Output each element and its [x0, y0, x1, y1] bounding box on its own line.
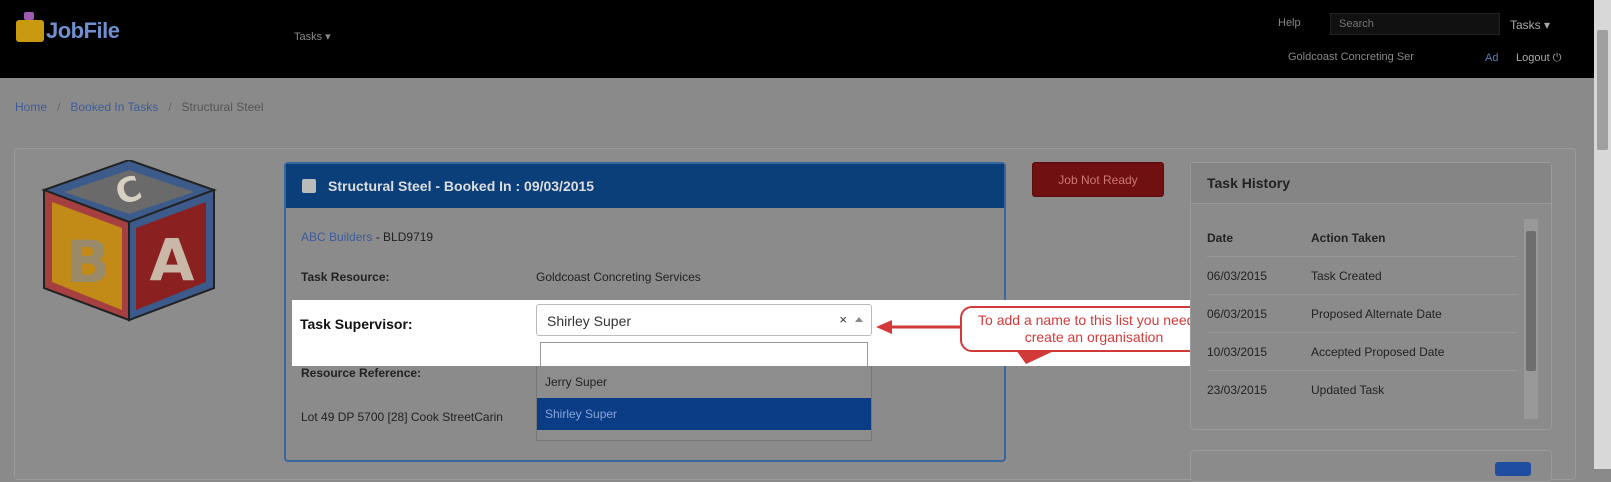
supervisor-selected-value: Shirley Super	[547, 313, 632, 329]
tasks-dropdown[interactable]: Tasks ▾	[1510, 18, 1550, 32]
task-history-panel: Task History Date Action Taken 06/03/201…	[1190, 162, 1552, 430]
top-navbar: JobFile Tasks ▾ Help Tasks ▾ Goldcoast C…	[0, 0, 1611, 78]
row-date: 06/03/2015	[1207, 306, 1268, 321]
annotation-callout: To add a name to this list you need to c…	[960, 306, 1228, 352]
supervisor-select[interactable]: Shirley Super ×	[536, 304, 872, 336]
col-date: Date	[1207, 230, 1234, 245]
ad-link[interactable]: Ad	[1485, 52, 1498, 64]
table-row: 23/03/2015 Updated Task	[1207, 370, 1517, 408]
site-address: Lot 49 DP 5700 [28] Cook StreetCarin	[301, 410, 503, 424]
page-scrollbar[interactable]	[1594, 0, 1611, 469]
breadcrumb-current: Structural Steel	[181, 100, 264, 114]
option-jerry-super[interactable]: Jerry Super	[537, 366, 871, 398]
row-action: Updated Task	[1311, 382, 1385, 397]
organisation-name: Goldcoast Concreting Ser	[1288, 51, 1414, 63]
task-card-header: Structural Steel - Booked In : 09/03/201…	[286, 164, 1004, 208]
help-link[interactable]: Help	[1278, 17, 1301, 29]
logo-icon	[16, 12, 44, 42]
jobfile-logo[interactable]: JobFile	[16, 12, 120, 48]
row-action: Proposed Alternate Date	[1311, 306, 1442, 321]
secondary-panel-button[interactable]	[1495, 462, 1531, 476]
history-scroll-thumb[interactable]	[1526, 231, 1536, 371]
svg-text:A: A	[150, 226, 195, 294]
scrollbar-thumb[interactable]	[1597, 30, 1608, 150]
supervisor-options: Jerry Super Shirley Super	[536, 366, 872, 441]
search-input[interactable]	[1330, 13, 1500, 35]
task-supervisor-label: Task Supervisor:	[300, 316, 413, 332]
clear-selection-icon[interactable]: ×	[839, 312, 847, 327]
nav-tasks-menu[interactable]: Tasks ▾	[294, 30, 331, 43]
caret-up-icon[interactable]	[855, 317, 863, 322]
client-line: ABC Builders - BLD9719	[301, 230, 433, 244]
logout-button[interactable]: Logout ⏻	[1516, 52, 1561, 65]
resource-reference-label: Resource Reference:	[301, 366, 422, 380]
job-not-ready-button[interactable]: Job Not Ready	[1032, 162, 1164, 197]
client-code: - BLD9719	[375, 230, 434, 244]
task-title: Structural Steel - Booked In : 09/03/201…	[328, 178, 595, 194]
breadcrumb-home[interactable]: Home	[15, 100, 47, 114]
power-icon: ⏻	[1552, 52, 1562, 64]
logout-label: Logout	[1516, 52, 1550, 64]
row-action: Task Created	[1311, 268, 1382, 283]
client-link[interactable]: ABC Builders	[301, 230, 372, 244]
checkbox-icon[interactable]	[302, 179, 316, 193]
col-action: Action Taken	[1311, 230, 1386, 245]
svg-text:B: B	[66, 228, 110, 296]
supervisor-search-input[interactable]	[540, 342, 868, 368]
breadcrumb-booked-in-tasks[interactable]: Booked In Tasks	[70, 100, 158, 114]
task-history-title: Task History	[1191, 163, 1551, 204]
row-date: 10/03/2015	[1207, 344, 1268, 359]
history-scrollbar[interactable]	[1524, 219, 1538, 419]
table-row: 10/03/2015 Accepted Proposed Date	[1207, 332, 1517, 370]
row-date: 23/03/2015	[1207, 382, 1268, 397]
table-row: 06/03/2015 Proposed Alternate Date	[1207, 294, 1517, 332]
row-date: 06/03/2015	[1207, 268, 1268, 283]
task-resource-value: Goldcoast Concreting Services	[536, 270, 701, 284]
table-header: Date Action Taken	[1207, 219, 1517, 256]
callout-tail	[1016, 350, 1056, 364]
task-history-table: Date Action Taken 06/03/2015 Task Create…	[1207, 219, 1517, 408]
abc-block-image: C B A	[41, 160, 217, 322]
row-action: Accepted Proposed Date	[1311, 344, 1445, 359]
callout-arrow-icon	[876, 320, 960, 334]
option-shirley-super[interactable]: Shirley Super	[537, 398, 871, 430]
breadcrumb: Home / Booked In Tasks / Structural Steel	[15, 100, 264, 114]
table-row: 06/03/2015 Task Created	[1207, 256, 1517, 294]
logo-text: JobFile	[46, 18, 120, 43]
task-resource-label: Task Resource:	[301, 270, 390, 284]
